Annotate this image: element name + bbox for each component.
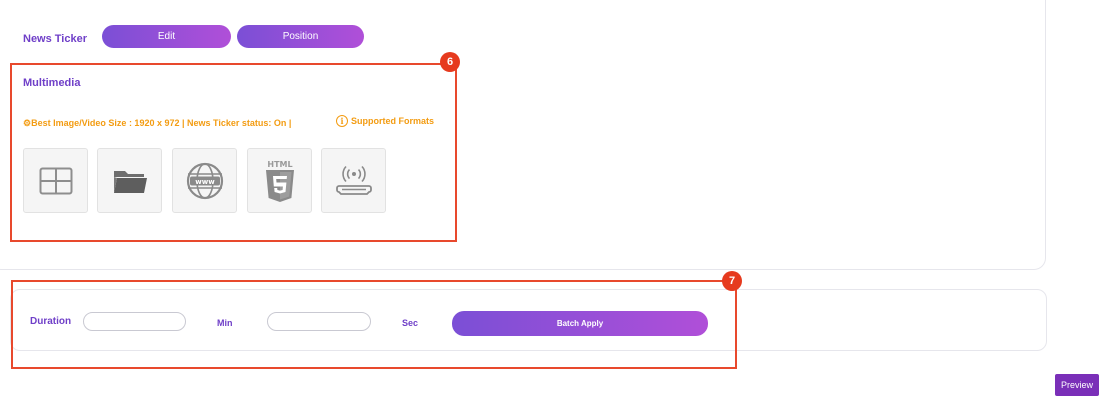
multimedia-title: Multimedia bbox=[23, 77, 81, 89]
svg-text:www: www bbox=[195, 178, 215, 186]
edit-button[interactable]: Edit bbox=[102, 25, 231, 48]
html-caption: HTML bbox=[267, 160, 292, 169]
layout-grid-tile[interactable] bbox=[23, 148, 88, 213]
layout-grid-icon bbox=[39, 167, 72, 194]
news-ticker-label: News Ticker bbox=[23, 33, 88, 45]
position-button[interactable]: Position bbox=[237, 25, 364, 48]
globe-www-icon: www bbox=[186, 162, 223, 199]
stream-device-icon bbox=[335, 165, 372, 195]
html5-tile[interactable]: HTML bbox=[247, 148, 312, 213]
sec-label: Sec bbox=[402, 318, 419, 328]
callout-badge-7: 7 bbox=[722, 271, 742, 291]
duration-seconds-input[interactable] bbox=[267, 312, 371, 331]
preview-button[interactable]: Preview bbox=[1055, 374, 1099, 396]
batch-apply-button[interactable]: Batch Apply bbox=[452, 311, 708, 336]
duration-label: Duration bbox=[30, 316, 72, 327]
supported-formats-label: Supported Formats bbox=[351, 116, 435, 126]
media-size-info: ⚙Best Image/Video Size : 1920 x 972 | Ne… bbox=[23, 118, 292, 128]
supported-formats-link[interactable]: i Supported Formats bbox=[336, 115, 434, 127]
info-icon: i bbox=[336, 115, 348, 127]
website-tile[interactable]: www bbox=[172, 148, 237, 213]
page: News Ticker Edit Position 6 Multimedia ⚙… bbox=[0, 0, 1099, 396]
html5-icon: HTML bbox=[265, 160, 294, 202]
callout-badge-6: 6 bbox=[440, 52, 460, 72]
min-label: Min bbox=[217, 318, 233, 328]
stream-device-tile[interactable] bbox=[321, 148, 386, 213]
folder-icon bbox=[113, 170, 147, 193]
duration-minutes-input[interactable] bbox=[83, 312, 186, 331]
folder-tile[interactable] bbox=[97, 148, 162, 213]
